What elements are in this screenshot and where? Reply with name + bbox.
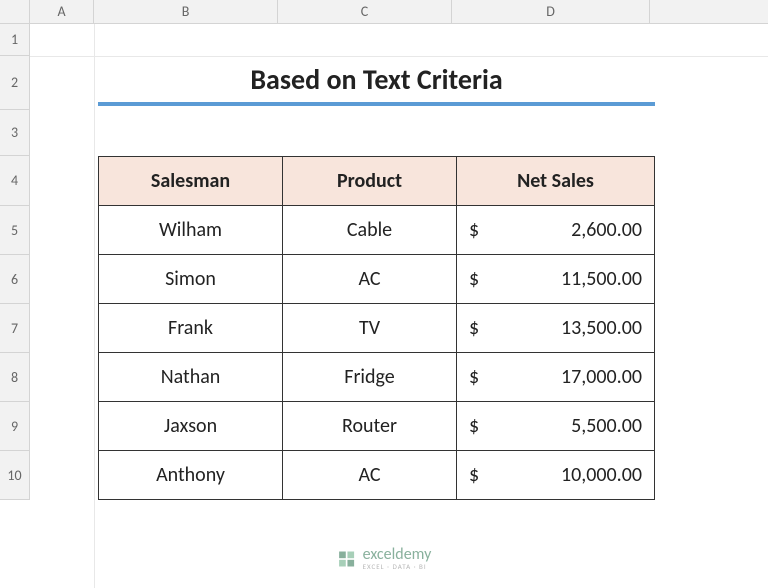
- cell-salesman[interactable]: Frank: [99, 304, 283, 353]
- cell-net-sales[interactable]: $13,500.00: [457, 304, 655, 353]
- row-header-4[interactable]: 4: [0, 156, 29, 206]
- row-header-5[interactable]: 5: [0, 206, 29, 255]
- currency-symbol: $: [469, 414, 479, 438]
- currency-symbol: $: [469, 365, 479, 389]
- table-row: Simon AC $11,500.00: [99, 255, 655, 304]
- col-header-d[interactable]: D: [452, 0, 650, 23]
- watermark-brand: exceldemy: [363, 547, 432, 563]
- cells-area[interactable]: Based on Text Criteria Salesman Product …: [30, 24, 768, 588]
- cell-salesman[interactable]: Jaxson: [99, 402, 283, 451]
- cell-salesman[interactable]: Simon: [99, 255, 283, 304]
- exceldemy-logo-icon: [337, 549, 357, 569]
- amount-value: 5,500.00: [571, 414, 642, 438]
- cell-net-sales[interactable]: $11,500.00: [457, 255, 655, 304]
- amount-value: 17,000.00: [561, 365, 642, 389]
- col-header-a[interactable]: A: [30, 0, 94, 23]
- row-header-7[interactable]: 7: [0, 304, 29, 353]
- row-header-10[interactable]: 10: [0, 451, 29, 500]
- row-header-8[interactable]: 8: [0, 353, 29, 402]
- table-header-row: Salesman Product Net Sales: [99, 157, 655, 206]
- table-body: Wilham Cable $2,600.00 Simon AC $11,500.…: [99, 206, 655, 500]
- column-headers-row: A B C D: [0, 0, 768, 24]
- table-row: Anthony AC $10,000.00: [99, 451, 655, 500]
- cell-net-sales[interactable]: $10,000.00: [457, 451, 655, 500]
- row-header-2[interactable]: 2: [0, 56, 29, 110]
- col-header-c[interactable]: C: [278, 0, 452, 23]
- cell-salesman[interactable]: Nathan: [99, 353, 283, 402]
- table-row: Jaxson Router $5,500.00: [99, 402, 655, 451]
- cell-product[interactable]: Fridge: [283, 353, 457, 402]
- cell-product[interactable]: AC: [283, 451, 457, 500]
- table-row: Frank TV $13,500.00: [99, 304, 655, 353]
- select-all-corner[interactable]: [0, 0, 30, 23]
- cell-salesman[interactable]: Anthony: [99, 451, 283, 500]
- watermark: exceldemy EXCEL · DATA · BI: [337, 547, 432, 570]
- watermark-tagline: EXCEL · DATA · BI: [363, 563, 432, 570]
- table-row: Wilham Cable $2,600.00: [99, 206, 655, 255]
- cell-net-sales[interactable]: $17,000.00: [457, 353, 655, 402]
- row-header-9[interactable]: 9: [0, 402, 29, 451]
- title-cell[interactable]: Based on Text Criteria: [98, 56, 655, 106]
- cell-product[interactable]: Cable: [283, 206, 457, 255]
- header-salesman[interactable]: Salesman: [99, 157, 283, 206]
- currency-symbol: $: [469, 316, 479, 340]
- cell-product[interactable]: AC: [283, 255, 457, 304]
- title-text: Based on Text Criteria: [250, 62, 502, 97]
- table-row: Nathan Fridge $17,000.00: [99, 353, 655, 402]
- header-net-sales[interactable]: Net Sales: [457, 157, 655, 206]
- amount-value: 10,000.00: [561, 463, 642, 487]
- currency-symbol: $: [469, 463, 479, 487]
- amount-value: 2,600.00: [571, 218, 642, 242]
- row-header-1[interactable]: 1: [0, 24, 29, 56]
- col-header-b[interactable]: B: [94, 0, 278, 23]
- row-header-6[interactable]: 6: [0, 255, 29, 304]
- spreadsheet: A B C D 1 2 3 4 5 6 7 8 9 10 Based on Te…: [0, 0, 768, 588]
- watermark-text: exceldemy EXCEL · DATA · BI: [363, 547, 432, 570]
- row-header-3[interactable]: 3: [0, 110, 29, 156]
- cell-product[interactable]: Router: [283, 402, 457, 451]
- currency-symbol: $: [469, 218, 479, 242]
- cell-product[interactable]: TV: [283, 304, 457, 353]
- cell-salesman[interactable]: Wilham: [99, 206, 283, 255]
- cell-net-sales[interactable]: $5,500.00: [457, 402, 655, 451]
- data-table: Salesman Product Net Sales Wilham Cable …: [98, 156, 655, 500]
- currency-symbol: $: [469, 267, 479, 291]
- amount-value: 11,500.00: [561, 267, 642, 291]
- row-headers-col: 1 2 3 4 5 6 7 8 9 10: [0, 24, 30, 500]
- cell-net-sales[interactable]: $2,600.00: [457, 206, 655, 255]
- amount-value: 13,500.00: [561, 316, 642, 340]
- header-product[interactable]: Product: [283, 157, 457, 206]
